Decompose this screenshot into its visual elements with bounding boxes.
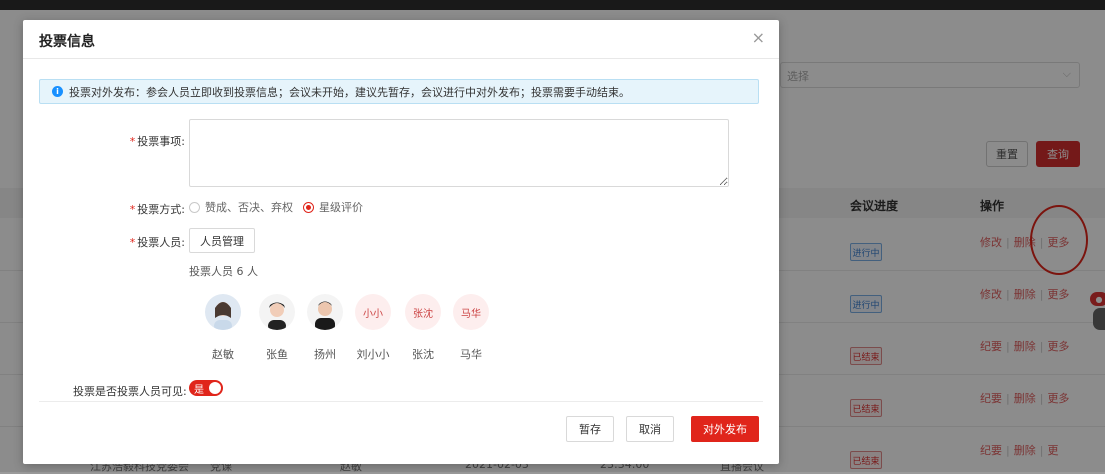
vote-item-textarea[interactable] [189, 119, 729, 187]
voter-avatar [305, 294, 345, 330]
avatar [259, 294, 295, 330]
modal-title: 投票信息 [39, 34, 95, 50]
voter-name: 赵敏 [212, 348, 234, 361]
divider [23, 58, 779, 59]
manage-people-button[interactable]: 人员管理 [189, 228, 255, 253]
divider [39, 401, 763, 402]
alert-text: 投票对外发布：参会人员立即收到投票信息；会议未开始，建议先暂存，会议进行中对外发… [69, 85, 630, 99]
toggle-text: 是 [194, 385, 204, 396]
voter-avatar: 小小 [353, 294, 393, 330]
vote-method-label: * 投票方式: [129, 203, 185, 216]
publish-button[interactable]: 对外发布 [691, 416, 759, 442]
save-draft-button[interactable]: 暂存 [566, 416, 614, 442]
voter-name: 马华 [460, 348, 482, 361]
cancel-button[interactable]: 取消 [626, 416, 674, 442]
avatar: 小小 [355, 294, 391, 330]
info-icon: i [52, 86, 63, 97]
voter-name: 刘小小 [356, 348, 390, 361]
visibility-label: 投票是否投票人员可见: [73, 385, 187, 398]
avatar [307, 294, 343, 330]
info-alert: i 投票对外发布：参会人员立即收到投票信息；会议未开始，建议先暂存，会议进行中对… [39, 79, 759, 104]
avatar: 张沈 [405, 294, 441, 330]
voter-name: 张鱼 [266, 348, 288, 361]
voter-avatar: 张沈 [403, 294, 443, 330]
radio-approve-reject[interactable] [189, 201, 200, 213]
radio-label-star-rating[interactable]: 星级评价 [319, 199, 363, 215]
voter-name: 扬州 [314, 348, 336, 361]
vote-info-modal: 投票信息 × i 投票对外发布：参会人员立即收到投票信息；会议未开始，建议先暂存… [23, 20, 779, 464]
voter-avatar [203, 294, 243, 330]
voter-avatar [257, 294, 297, 330]
vote-people-label: * 投票人员: [129, 236, 185, 249]
toggle-knob [209, 382, 221, 394]
voter-count: 投票人员 6 人 [189, 265, 258, 278]
voter-avatar: 马华 [451, 294, 491, 330]
close-icon[interactable]: × [752, 28, 765, 47]
radio-label-approve-reject[interactable]: 赞成、否决、弃权 [205, 199, 293, 215]
avatar: 马华 [453, 294, 489, 330]
vote-item-label: * 投票事项: [129, 135, 185, 148]
radio-star-rating[interactable] [303, 201, 314, 213]
avatar [205, 294, 241, 330]
visibility-toggle[interactable]: 是 [189, 380, 223, 396]
vote-method-radio-group: 赞成、否决、弃权 星级评价 [189, 199, 373, 215]
voter-name: 张沈 [412, 348, 434, 361]
